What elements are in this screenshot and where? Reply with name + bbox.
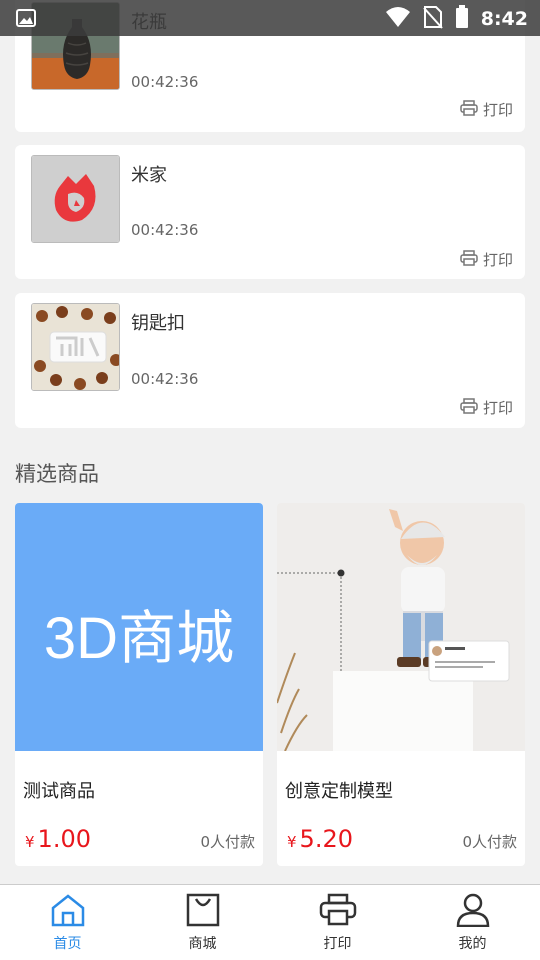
print-label: 打印 <box>482 101 513 119</box>
model-name: 钥匙扣 <box>131 313 185 334</box>
tab-mine[interactable]: 我的 <box>405 885 540 960</box>
currency-symbol: ¥ <box>25 833 35 851</box>
status-bar: 8:42 <box>0 0 540 36</box>
tab-label: 首页 <box>53 936 82 952</box>
tab-home[interactable]: 首页 <box>0 885 135 960</box>
home-icon <box>50 893 86 933</box>
shopping-bag-icon <box>185 893 221 933</box>
printer-icon <box>319 893 357 933</box>
product-card[interactable]: 3D商城 测试商品 ¥1.00 0人付款 <box>15 503 263 866</box>
product-image: 3D商城 <box>15 503 263 751</box>
print-button[interactable]: 打印 <box>460 99 513 120</box>
print-button[interactable]: 打印 <box>460 397 513 418</box>
model-name: 米家 <box>131 165 167 186</box>
print-label: 打印 <box>482 251 513 269</box>
model-print-duration: 00:42:36 <box>131 221 199 239</box>
printer-icon <box>460 99 478 120</box>
model-thumbnail-mijia <box>31 155 120 243</box>
model-thumbnail-keychain <box>31 303 120 391</box>
price-value: 5.20 <box>299 825 353 853</box>
tab-print[interactable]: 打印 <box>270 885 405 960</box>
product-card[interactable]: 创意定制模型 ¥5.20 0人付款 <box>277 503 525 866</box>
price-value: 1.00 <box>37 825 91 853</box>
printer-icon <box>460 249 478 270</box>
model-print-duration: 00:42:36 <box>131 370 199 388</box>
product-name: 创意定制模型 <box>285 781 393 802</box>
image-notification-icon <box>16 9 36 31</box>
model-print-duration: 00:42:36 <box>131 73 199 91</box>
user-icon <box>455 893 491 933</box>
print-label: 打印 <box>482 399 513 417</box>
tab-label: 我的 <box>458 936 487 952</box>
product-image-text: 3D商城 <box>43 606 235 671</box>
tab-label: 商城 <box>188 936 217 952</box>
clock: 8:42 <box>480 8 528 30</box>
featured-section-title: 精选商品 <box>15 462 99 486</box>
product-image <box>277 503 525 751</box>
product-name: 测试商品 <box>23 781 95 802</box>
printer-icon <box>460 397 478 418</box>
tab-label: 打印 <box>323 936 352 952</box>
model-card[interactable]: 米家 00:42:36 打印 <box>15 145 525 279</box>
battery-icon <box>455 5 469 33</box>
model-card[interactable]: 钥匙扣 00:42:36 打印 <box>15 293 525 428</box>
print-button[interactable]: 打印 <box>460 249 513 270</box>
bottom-tab-bar: 首页 商城 打印 我的 <box>0 884 540 960</box>
wifi-icon <box>385 6 411 32</box>
product-price: ¥5.20 <box>287 825 353 853</box>
tab-mall[interactable]: 商城 <box>135 885 270 960</box>
no-sim-icon <box>422 5 443 33</box>
paid-count: 0人付款 <box>200 833 255 851</box>
paid-count: 0人付款 <box>462 833 517 851</box>
currency-symbol: ¥ <box>287 833 297 851</box>
product-price: ¥1.00 <box>25 825 91 853</box>
